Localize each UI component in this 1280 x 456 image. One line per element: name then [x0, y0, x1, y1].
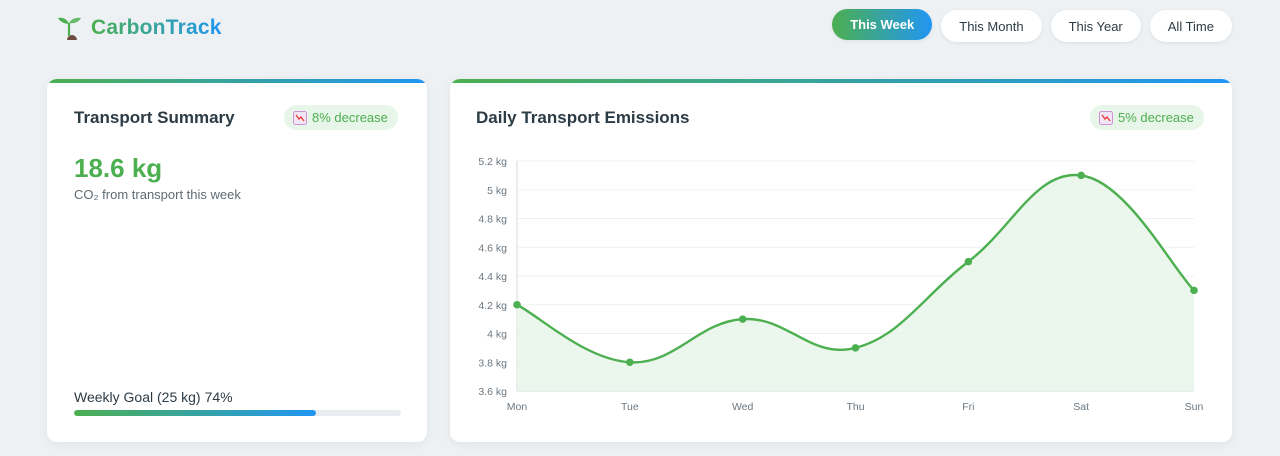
filter-all-time-button[interactable]: All Time [1149, 10, 1232, 42]
filter-this-month-button[interactable]: This Month [941, 10, 1042, 42]
y-tick-label: 3.6 kg [478, 386, 507, 398]
app-name: CarbonTrack [91, 16, 222, 39]
trend-down-icon [293, 110, 307, 125]
data-point [1077, 171, 1085, 180]
weekly-goal-progress-bar [74, 410, 401, 416]
x-tick-label: Wed [732, 401, 754, 413]
daily-emissions-card: Daily Transport Emissions 5% decrease 3.… [450, 79, 1232, 442]
goal-text: Weekly Goal (25 kg) [74, 389, 201, 405]
y-tick-label: 4.4 kg [478, 271, 507, 283]
y-tick-label: 4.6 kg [478, 242, 507, 254]
data-point [513, 300, 521, 309]
change-badge: 8% decrease [284, 105, 398, 130]
x-tick-label: Mon [507, 401, 528, 413]
y-tick-label: 4 kg [487, 329, 507, 341]
badge-text: 8% decrease [312, 110, 388, 125]
total-emissions-caption: CO₂ from transport this week [74, 187, 241, 202]
data-point [626, 358, 634, 367]
total-emissions-value: 18.6 kg [74, 153, 163, 183]
y-tick-label: 5 kg [487, 185, 507, 197]
data-point [851, 344, 860, 352]
y-tick-label: 5.2 kg [478, 156, 507, 168]
x-tick-label: Sun [1185, 401, 1204, 413]
seedling-logo-icon [58, 17, 81, 40]
brand[interactable]: CarbonTrack [54, 13, 222, 43]
filter-this-week-button[interactable]: This Week [832, 9, 933, 40]
card-title: Transport Summary [74, 108, 235, 127]
x-tick-label: Fri [962, 401, 974, 413]
header: CarbonTrack This Week This Month This Ye… [0, 0, 1280, 60]
y-tick-label: 3.8 kg [478, 357, 507, 369]
x-tick-label: Thu [846, 401, 864, 413]
time-range-filters: This Week This Month This Year All Time [832, 9, 1232, 42]
data-point [738, 315, 747, 323]
y-tick-label: 4.2 kg [478, 300, 507, 312]
x-tick-label: Tue [621, 401, 639, 413]
series-area [517, 174, 1194, 391]
transport-summary-card: Transport Summary 8% decrease 18.6 kg CO… [47, 79, 427, 442]
filter-this-year-button[interactable]: This Year [1050, 10, 1141, 42]
data-point [964, 257, 973, 266]
data-point [1190, 286, 1198, 295]
daily-emissions-chart: 3.6 kg 3.8 kg 4 kg 4.2 kg 4.4 kg 4.6 kg 4.8 kg… [478, 156, 1204, 413]
y-tick-label: 4.8 kg [478, 214, 507, 226]
weekly-goal-label: Weekly Goal (25 kg) 74% [74, 389, 237, 405]
x-tick-label: Sat [1073, 401, 1089, 413]
progress-fill [74, 410, 316, 416]
goal-percent: 74% [204, 389, 233, 405]
